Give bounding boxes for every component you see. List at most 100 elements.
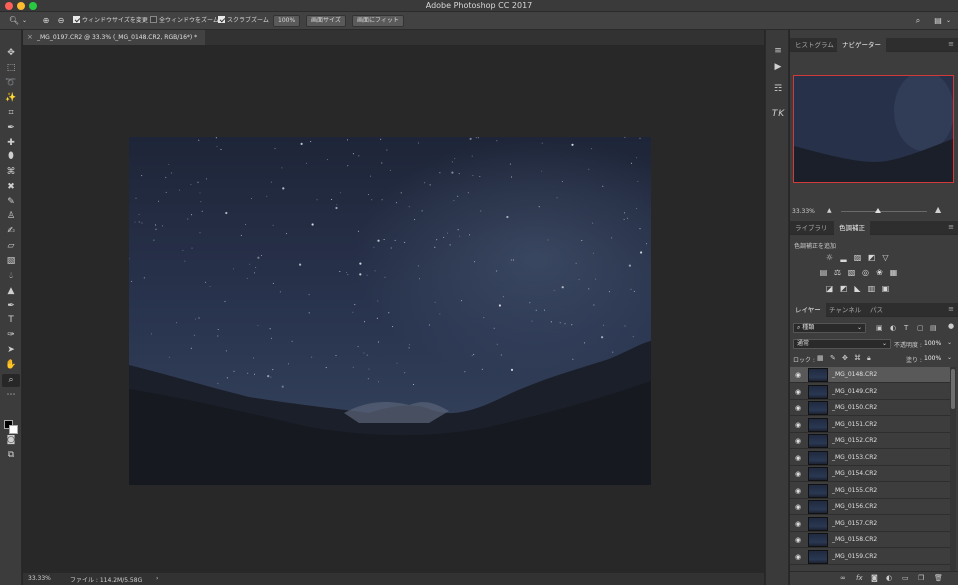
visibility-eye-icon[interactable]: ◉ <box>795 536 801 544</box>
layer-name[interactable]: _MG_0149.CR2 <box>832 388 877 395</box>
tab-libraries[interactable]: ライブラリ <box>790 221 833 235</box>
history-brush-tool-icon[interactable]: ✍ <box>2 225 20 238</box>
layer-name[interactable]: _MG_0154.CR2 <box>832 470 877 477</box>
layer-row[interactable]: ◉ _MG_0159.CR2 <box>790 549 950 565</box>
tab-channels[interactable]: チャンネル <box>824 303 866 317</box>
exposure-icon[interactable]: ◩ <box>867 254 876 262</box>
zoom-tool-icon[interactable]: ⌕ <box>2 374 20 387</box>
zoom-out-mountain-icon[interactable]: ▲ <box>827 207 832 214</box>
layer-thumbnail[interactable] <box>808 417 828 432</box>
zoom-in-mountain-icon[interactable]: ▲ <box>935 205 941 214</box>
visibility-eye-icon[interactable]: ◉ <box>795 404 801 412</box>
layer-thumbnail[interactable] <box>808 549 828 564</box>
navigator-zoom-slider-knob[interactable] <box>875 208 881 213</box>
visibility-eye-icon[interactable]: ◉ <box>795 421 801 429</box>
layer-name[interactable]: _MG_0151.CR2 <box>832 421 877 428</box>
close-tab-icon[interactable]: × <box>27 30 33 45</box>
layers-menu-icon[interactable]: ≡ <box>948 305 954 313</box>
layer-row[interactable]: ◉ _MG_0153.CR2 <box>790 450 950 466</box>
layer-thumbnail[interactable] <box>808 483 828 498</box>
fill-screen-button[interactable]: 画面にフィット <box>352 15 404 27</box>
scrubby-zoom-option[interactable]: スクラブズーム <box>218 15 269 27</box>
link-layers-icon[interactable]: ∞ <box>840 574 846 582</box>
layer-thumbnail[interactable] <box>808 434 828 448</box>
lock-transparent-icon[interactable]: ▦ <box>817 354 824 362</box>
hue-saturation-icon[interactable]: ▤ <box>819 269 828 277</box>
marquee-tool-icon[interactable]: ⬚ <box>2 62 20 75</box>
layer-name[interactable]: _MG_0148.CR2 <box>832 371 877 378</box>
filter-pixel-icon[interactable]: ▣ <box>876 324 883 332</box>
layer-thumbnail[interactable] <box>808 533 828 547</box>
gradient-map-icon[interactable]: ▥ <box>867 285 876 293</box>
path-selection-tool-icon[interactable]: ✑ <box>2 329 20 342</box>
vibrance-icon[interactable]: ▽ <box>881 254 890 262</box>
delete-layer-icon[interactable]: 🗑︎ <box>934 574 943 582</box>
selective-color-icon[interactable]: ▣ <box>881 285 890 293</box>
black-white-icon[interactable]: ▧ <box>847 269 856 277</box>
layer-style-icon[interactable]: fx <box>856 574 863 582</box>
screen-mode-icon[interactable]: ⧉ <box>2 449 20 462</box>
threshold-icon[interactable]: ◣ <box>853 285 862 293</box>
layer-list-scrollbar-thumb[interactable] <box>951 369 955 409</box>
status-zoom[interactable]: 33.33% <box>28 575 51 582</box>
fill-chevron-icon[interactable]: ⌄ <box>947 354 952 361</box>
actions-play-icon[interactable]: ▶ <box>769 60 787 74</box>
crop-tool-icon[interactable]: ⌗ <box>2 107 20 120</box>
eyedropper-tool-icon[interactable]: ✒ <box>2 122 20 135</box>
layer-row[interactable]: ◉ _MG_0155.CR2 <box>790 483 950 499</box>
layer-thumbnail[interactable] <box>808 467 828 481</box>
layer-name[interactable]: _MG_0153.CR2 <box>832 454 877 461</box>
zoom-all-option[interactable]: 全ウィンドウをズーム <box>150 15 219 27</box>
layer-row[interactable]: ◉ _MG_0150.CR2 <box>790 400 950 416</box>
layer-row[interactable]: ◉ _MG_0152.CR2 <box>790 433 950 449</box>
tab-paths[interactable]: パス <box>865 303 888 317</box>
workspace-icon[interactable]: ▤ <box>932 15 944 27</box>
invert-icon[interactable]: ◪ <box>825 285 834 293</box>
filter-toggle-icon[interactable]: ● <box>948 322 954 330</box>
visibility-eye-icon[interactable]: ◉ <box>795 520 801 528</box>
resize-windows-checkbox[interactable] <box>73 16 80 23</box>
move-tool-icon[interactable]: ✥ <box>2 47 20 60</box>
layer-list-scrollbar[interactable] <box>950 367 956 577</box>
color-balance-icon[interactable]: ⚖ <box>833 269 842 277</box>
direct-selection-tool-icon[interactable]: ➤ <box>2 344 20 357</box>
visibility-eye-icon[interactable]: ◉ <box>795 487 801 495</box>
content-aware-move-tool-icon[interactable]: ✖ <box>2 181 20 194</box>
navigator-preview[interactable] <box>793 75 954 183</box>
brightness-contrast-icon[interactable]: ☼ <box>825 254 834 262</box>
layer-name[interactable]: _MG_0156.CR2 <box>832 503 877 510</box>
dodge-tool-icon[interactable]: ▲ <box>2 285 20 298</box>
status-menu-arrow-icon[interactable]: › <box>156 575 158 582</box>
layer-row[interactable]: ◉ _MG_0151.CR2 <box>790 417 950 433</box>
filter-adjustment-icon[interactable]: ◐ <box>890 324 896 332</box>
document-tab[interactable]: × _MG_0197.CR2 @ 33.3% (_MG_0148.CR2, RG… <box>23 30 206 45</box>
new-group-icon[interactable]: ▭ <box>902 574 909 582</box>
character-panel-icon[interactable]: ☶ <box>769 82 787 96</box>
posterize-icon[interactable]: ◩ <box>839 285 848 293</box>
zoom-all-checkbox[interactable] <box>150 16 157 23</box>
pen-tool-icon[interactable]: ✒ <box>2 300 20 313</box>
lock-position-icon[interactable]: ✥ <box>842 354 848 362</box>
visibility-eye-icon[interactable]: ◉ <box>795 371 801 379</box>
levels-icon[interactable]: ▂ <box>839 254 848 262</box>
resize-windows-option[interactable]: ウィンドウサイズを変更 <box>73 15 148 27</box>
frame-tool-icon[interactable]: ⌘ <box>2 166 20 179</box>
search-icon[interactable]: ⌕ <box>912 15 924 27</box>
lasso-tool-icon[interactable]: ➰ <box>2 77 20 90</box>
zoom-in-icon[interactable]: ⊕ <box>40 15 52 27</box>
zoom-tool-preset-icon[interactable]: 🔍︎ <box>8 15 20 27</box>
curves-icon[interactable]: ▨ <box>853 254 862 262</box>
layer-thumbnail[interactable] <box>808 401 828 415</box>
layer-thumbnail[interactable] <box>808 368 828 382</box>
layer-row[interactable]: ◉ _MG_0149.CR2 <box>790 384 950 400</box>
lock-artboard-icon[interactable]: ⌘ <box>854 354 861 362</box>
layer-thumbnail[interactable] <box>808 500 828 514</box>
layer-name[interactable]: _MG_0158.CR2 <box>832 536 877 543</box>
visibility-eye-icon[interactable]: ◉ <box>795 553 801 561</box>
zoom-out-icon[interactable]: ⊖ <box>55 15 67 27</box>
add-mask-icon[interactable]: ◙ <box>871 574 878 582</box>
layer-name[interactable]: _MG_0157.CR2 <box>832 520 877 527</box>
layer-row[interactable]: ◉ _MG_0154.CR2 <box>790 466 950 482</box>
scrubby-zoom-checkbox[interactable] <box>218 16 225 23</box>
tab-adjustments[interactable]: 色調補正 <box>834 221 870 235</box>
